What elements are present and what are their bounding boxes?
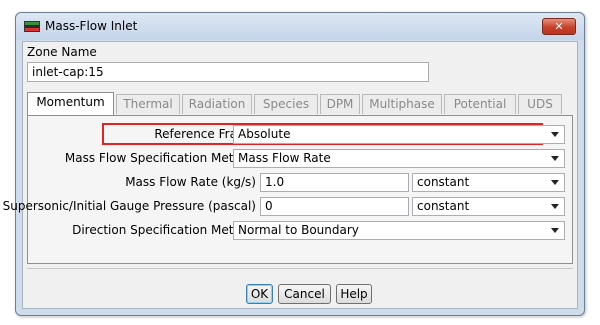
tab-bar: Momentum Thermal Radiation Species DPM M… [27,92,573,115]
gauge-pressure-label: Supersonic/Initial Gauge Pressure (pasca… [2,199,256,213]
help-button[interactable]: Help [336,284,372,304]
tab-uds[interactable]: UDS [518,94,562,114]
chevron-down-icon [551,180,559,185]
mass-flow-rate-input[interactable]: 1.0 [260,173,409,192]
chevron-down-icon [551,156,559,161]
mass-flow-rate-profile-value: constant [417,175,470,189]
chevron-down-icon [551,132,559,137]
direction-spec-label: Direction Specification Method [72,223,256,237]
direction-spec-select[interactable]: Normal to Boundary [233,221,565,240]
window-title: Mass-Flow Inlet [45,19,138,33]
title-bar[interactable]: Mass-Flow Inlet ✕ [16,13,584,40]
tab-radiation[interactable]: Radiation [182,94,252,114]
gauge-pressure-profile-select[interactable]: constant [412,197,565,216]
reference-frame-select[interactable]: Absolute [233,125,565,144]
momentum-panel: Reference Frame Absolute Mass Flow Speci… [3,115,573,264]
tab-species[interactable]: Species [254,94,318,114]
mass-flow-rate-label: Mass Flow Rate (kg/s) [125,175,256,189]
tab-potential[interactable]: Potential [444,94,516,114]
mass-flow-spec-value: Mass Flow Rate [238,151,331,165]
mass-flow-rate-profile-select[interactable]: constant [412,173,565,192]
gauge-pressure-profile-value: constant [417,199,470,213]
ok-button[interactable]: OK [246,284,273,304]
zone-name-input[interactable]: inlet-cap:15 [27,62,429,82]
dialog-body: Zone Name inlet-cap:15 Momentum Thermal … [3,41,578,309]
chevron-down-icon [551,204,559,209]
mass-flow-spec-select[interactable]: Mass Flow Rate [233,149,565,168]
gauge-pressure-input[interactable]: 0 [260,197,409,216]
chevron-down-icon [551,228,559,233]
direction-spec-value: Normal to Boundary [238,223,359,237]
reference-frame-value: Absolute [238,127,291,141]
cancel-button[interactable]: Cancel [278,284,331,304]
tab-multiphase[interactable]: Multiphase [362,94,442,114]
tab-momentum[interactable]: Momentum [27,92,114,115]
mass-flow-inlet-dialog: Mass-Flow Inlet ✕ Zone Name inlet-cap:15… [3,12,585,316]
tab-dpm[interactable]: DPM [320,94,360,114]
mass-flow-spec-label: Mass Flow Specification Method [64,151,256,165]
app-icon [24,21,40,32]
divider [27,268,573,269]
close-button[interactable]: ✕ [542,18,576,35]
zone-name-label: Zone Name [27,45,97,59]
tab-thermal[interactable]: Thermal [116,94,180,114]
